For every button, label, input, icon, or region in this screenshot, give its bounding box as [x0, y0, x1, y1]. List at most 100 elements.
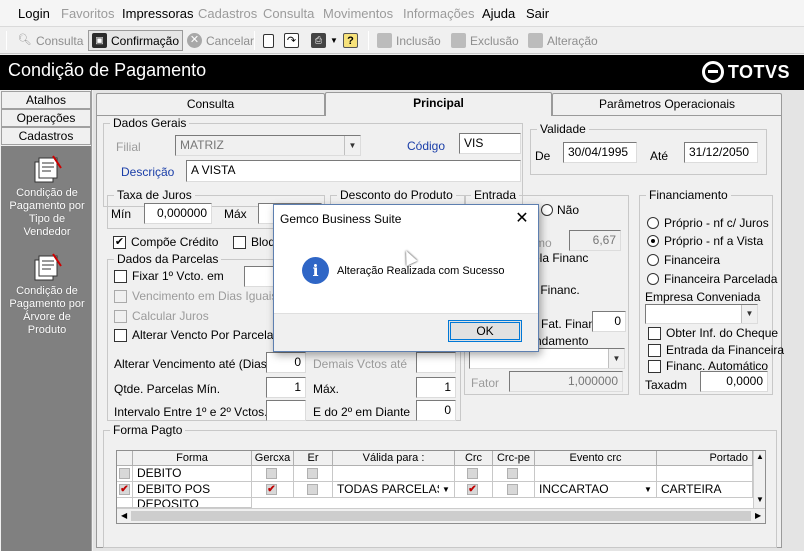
alterar-vencto-checkbox[interactable]: [114, 329, 127, 342]
horizontal-scrollbar[interactable]: ◀ ▶: [117, 508, 765, 523]
financiamento-parcelada-radio[interactable]: [647, 273, 659, 285]
table-cell[interactable]: CARTEIRA: [657, 482, 753, 498]
table-cell[interactable]: [333, 466, 455, 482]
table-cell[interactable]: [455, 466, 493, 482]
sidebar-item-tipo-vendedor[interactable]: Condição de Pagamento por Tipo de Vended…: [4, 154, 90, 239]
menu-cadastros[interactable]: Cadastros: [198, 6, 257, 21]
menu-consulta[interactable]: Consulta: [263, 6, 314, 21]
column-header[interactable]: Er: [294, 451, 333, 466]
bloqueio-checkbox[interactable]: [233, 236, 246, 249]
table-cell[interactable]: [294, 466, 333, 482]
menu-ajuda[interactable]: Ajuda: [482, 6, 515, 21]
table-cell[interactable]: [493, 482, 535, 498]
compoe-credito-checkbox[interactable]: ✔: [113, 236, 126, 249]
e-do-field[interactable]: 0: [416, 400, 456, 421]
consulta-button[interactable]: 🔍︎ Consulta: [14, 30, 86, 51]
row-selector[interactable]: [117, 466, 133, 482]
print-button[interactable]: ⎙ ▼: [308, 30, 341, 51]
table-cell[interactable]: DEBITO: [133, 466, 252, 482]
table-cell[interactable]: DEPOSITO: [133, 498, 252, 508]
table-cell[interactable]: DEBITO POS: [133, 482, 252, 498]
chevron-down-icon[interactable]: ▼: [439, 483, 453, 497]
table-cell[interactable]: [535, 466, 657, 482]
validade-de-field[interactable]: 30/04/1995: [563, 142, 637, 163]
tab-consulta[interactable]: Consulta: [96, 93, 325, 115]
row-selector[interactable]: [117, 498, 133, 508]
menu-favoritos[interactable]: Favoritos: [61, 6, 114, 21]
confirmacao-button[interactable]: ▣ Confirmação: [88, 30, 184, 51]
obter-cheque-checkbox[interactable]: [648, 327, 661, 340]
table-cell[interactable]: [294, 482, 333, 498]
table-cell[interactable]: ✔: [252, 482, 294, 498]
alteracao-button[interactable]: Alteração: [525, 30, 601, 51]
demais-vctos-field[interactable]: [416, 352, 456, 373]
calcular-juros-checkbox[interactable]: [114, 310, 127, 323]
table-cell[interactable]: [493, 466, 535, 482]
row-selector[interactable]: ✔: [117, 482, 133, 498]
validade-ate-field[interactable]: 31/12/2050: [684, 142, 758, 163]
table-cell[interactable]: TODAS PARCELAS: [333, 482, 455, 498]
descricao-field[interactable]: A VISTA: [186, 160, 521, 182]
chevron-down-icon[interactable]: ▼: [641, 483, 655, 497]
column-header[interactable]: Portado: [657, 451, 753, 466]
column-header[interactable]: Válida para :: [333, 451, 455, 466]
table-cell[interactable]: [252, 466, 294, 482]
financiamento-financeira-radio[interactable]: [647, 254, 659, 266]
column-header[interactable]: Crc: [455, 451, 493, 466]
sidebar-tab-cadastros[interactable]: Cadastros: [1, 127, 91, 145]
tab-parametros[interactable]: Parâmetros Operacionais: [552, 93, 782, 115]
cancelar-button[interactable]: ✕ Cancelar: [184, 30, 257, 51]
empresa-conveniada-select[interactable]: ▼: [645, 304, 758, 324]
help-button[interactable]: ?: [340, 30, 361, 51]
menu-impressoras[interactable]: Impressoras: [122, 6, 194, 21]
column-header[interactable]: Gercxa: [252, 451, 294, 466]
scrollbar-thumb[interactable]: [131, 511, 751, 521]
taxadm-field[interactable]: 0,0000: [700, 371, 768, 392]
sidebar-tab-atalhos[interactable]: Atalhos: [1, 91, 91, 109]
menu-informacoes[interactable]: Informações: [403, 6, 475, 21]
scroll-up-icon[interactable]: ▲: [756, 452, 764, 461]
new-document-button[interactable]: [260, 30, 277, 51]
table-cell[interactable]: INCCARTAO: [535, 482, 657, 498]
menu-login[interactable]: Login: [18, 6, 50, 21]
scroll-down-icon[interactable]: ▼: [756, 495, 764, 504]
tab-principal[interactable]: Principal: [325, 92, 552, 116]
vencimento-dias-iguais-checkbox[interactable]: [114, 290, 127, 303]
export-button[interactable]: ↷: [281, 30, 302, 51]
table-cell[interactable]: ✔: [455, 482, 493, 498]
vertical-scrollbar[interactable]: ▲ ▼: [753, 451, 765, 508]
column-header[interactable]: Crc-pe: [493, 451, 535, 466]
column-header[interactable]: Evento crc: [535, 451, 657, 466]
fator-field[interactable]: 1,000000: [509, 371, 623, 392]
ok-button[interactable]: OK: [448, 320, 522, 342]
financiamento-vista-radio[interactable]: [647, 235, 659, 247]
entrada-mo-field[interactable]: 6,67: [569, 230, 621, 251]
table-cell[interactable]: [657, 466, 753, 482]
menu-sair[interactable]: Sair: [526, 6, 549, 21]
codigo-field[interactable]: VIS: [459, 133, 521, 154]
chevron-down-icon: ▼: [608, 349, 624, 368]
alterar-ate-field[interactable]: 0: [266, 352, 306, 373]
descricao-label: Descrição: [121, 165, 175, 179]
intervalo-field[interactable]: [266, 400, 306, 421]
financ-automatico-checkbox[interactable]: [648, 360, 661, 373]
scroll-left-icon[interactable]: ◀: [121, 511, 127, 520]
entrada-financeira-checkbox[interactable]: [648, 344, 661, 357]
sidebar-item-arvore-produto[interactable]: Condição de Pagamento por Árvore de Prod…: [4, 252, 90, 337]
exclusao-button[interactable]: Exclusão: [448, 30, 522, 51]
inclusao-button[interactable]: Inclusão: [374, 30, 444, 51]
fat-finan-field[interactable]: 0: [592, 311, 626, 332]
fixar-vcto-checkbox[interactable]: [114, 270, 127, 283]
qtde-max-field[interactable]: 1: [416, 377, 456, 398]
sidebar-tab-operacoes[interactable]: Operações: [1, 109, 91, 127]
qtde-min-field[interactable]: 1: [266, 377, 306, 398]
grid-corner: [117, 451, 133, 466]
column-header[interactable]: Forma: [133, 451, 252, 466]
close-icon[interactable]: ✕: [506, 205, 538, 232]
entrada-nao-radio[interactable]: [541, 204, 553, 216]
menu-movimentos[interactable]: Movimentos: [323, 6, 393, 21]
scroll-right-icon[interactable]: ▶: [755, 511, 761, 520]
taxa-min-field[interactable]: 0,000000: [144, 203, 212, 224]
filial-select[interactable]: MATRIZ ▼: [175, 135, 361, 156]
financiamento-juros-radio[interactable]: [647, 217, 659, 229]
